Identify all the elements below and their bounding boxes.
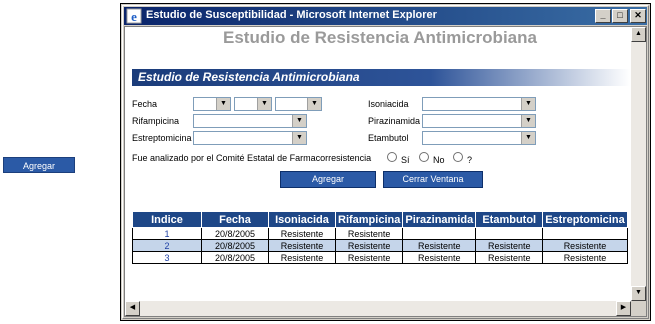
chevron-down-icon: ▼ xyxy=(216,98,230,110)
cell-indice[interactable]: 2 xyxy=(132,239,202,252)
scroll-corner xyxy=(631,301,646,316)
browser-content: Estudio de Resistencia Antimicrobiana Es… xyxy=(124,26,647,317)
col-header-estreptomicina: Estreptomicina xyxy=(542,211,628,228)
banner-title: Estudio de Resistencia Antimicrobiana xyxy=(138,70,360,84)
cell-estreptomicina xyxy=(542,227,628,240)
cell-rifampicina: Resistente xyxy=(334,227,404,240)
horizontal-scrollbar[interactable]: ◀ ▶ xyxy=(125,301,631,316)
col-header-pirazinamida: Pirazinamida xyxy=(402,211,477,228)
fecha-day-select[interactable]: ▼ xyxy=(193,97,231,111)
ie-window: e Estudio de Susceptibilidad - Microsoft… xyxy=(120,3,651,321)
cell-fecha: 20/8/2005 xyxy=(201,251,269,264)
cell-rifampicina: Resistente xyxy=(334,239,404,252)
fecha-label: Fecha xyxy=(132,99,158,109)
ie-logo-icon: e xyxy=(126,8,142,24)
etambutol-select[interactable]: ▼ xyxy=(422,131,536,145)
maximize-button[interactable]: □ xyxy=(612,9,628,23)
cell-etambutol xyxy=(475,227,544,240)
scroll-down-icon[interactable]: ▼ xyxy=(631,286,646,301)
add-button[interactable]: Agregar xyxy=(280,171,376,188)
cell-estreptomicina: Resistente xyxy=(542,251,628,264)
radio-si-label: Sí xyxy=(401,155,410,165)
vertical-scrollbar[interactable]: ▲ ▼ xyxy=(631,27,646,301)
fecha-year-select[interactable]: ▼ xyxy=(275,97,322,111)
radio-si[interactable] xyxy=(387,152,397,162)
cell-isoniacida: Resistente xyxy=(268,227,336,240)
table-row[interactable]: 3 20/8/2005 Resistente Resistente Resist… xyxy=(132,251,628,264)
estreptomicina-select[interactable]: ▼ xyxy=(193,131,307,145)
cell-isoniacida: Resistente xyxy=(268,239,336,252)
cell-rifampicina: Resistente xyxy=(334,251,404,264)
radio-no-label: No xyxy=(433,155,445,165)
table-row[interactable]: 1 20/8/2005 Resistente Resistente xyxy=(132,227,628,240)
cell-pirazinamida: Resistente xyxy=(402,239,477,252)
fecha-month-select[interactable]: ▼ xyxy=(234,97,272,111)
isoniacida-label: Isoniacida xyxy=(368,99,409,109)
scroll-right-icon[interactable]: ▶ xyxy=(616,301,631,316)
scroll-up-icon[interactable]: ▲ xyxy=(631,27,646,42)
cell-pirazinamida xyxy=(402,227,477,240)
results-table: Indice Fecha Isoniacida Rifampicina Pira… xyxy=(132,211,628,264)
col-header-indice: Indice xyxy=(132,211,202,228)
chevron-down-icon: ▼ xyxy=(521,98,535,110)
cell-isoniacida: Resistente xyxy=(268,251,336,264)
outer-add-button[interactable]: Agregar xyxy=(3,157,75,173)
radio-no[interactable] xyxy=(419,152,429,162)
rifampicina-label: Rifampicina xyxy=(132,116,180,126)
chevron-down-icon: ▼ xyxy=(521,132,535,144)
chevron-down-icon: ▼ xyxy=(521,115,535,127)
pirazinamida-select[interactable]: ▼ xyxy=(422,114,536,128)
table-row[interactable]: 2 20/8/2005 Resistente Resistente Resist… xyxy=(132,239,628,252)
cell-indice[interactable]: 3 xyxy=(132,251,202,264)
chevron-down-icon: ▼ xyxy=(292,115,306,127)
estreptomicina-label: Estreptomicina xyxy=(132,133,192,143)
radio-unknown-label: ? xyxy=(467,155,473,165)
comite-question: Fue analizado por el Comité Estatal de F… xyxy=(132,153,372,163)
col-header-isoniacida: Isoniacida xyxy=(268,211,336,228)
cell-fecha: 20/8/2005 xyxy=(201,239,269,252)
chevron-down-icon: ▼ xyxy=(307,98,321,110)
section-banner: Estudio de Resistencia Antimicrobiana xyxy=(132,69,630,86)
isoniacida-select[interactable]: ▼ xyxy=(422,97,536,111)
minimize-button[interactable]: _ xyxy=(595,9,611,23)
cell-pirazinamida: Resistente xyxy=(402,251,477,264)
page-title: Estudio de Resistencia Antimicrobiana xyxy=(223,28,537,47)
cell-estreptomicina: Resistente xyxy=(542,239,628,252)
cell-fecha: 20/8/2005 xyxy=(201,227,269,240)
col-header-fecha: Fecha xyxy=(201,211,269,228)
cell-etambutol: Resistente xyxy=(475,239,544,252)
svg-text:e: e xyxy=(131,9,137,24)
close-window-button[interactable]: ✕ xyxy=(630,9,646,23)
scroll-left-icon[interactable]: ◀ xyxy=(125,301,140,316)
cell-indice[interactable]: 1 xyxy=(132,227,202,240)
pirazinamida-label: Pirazinamida xyxy=(368,116,421,126)
rifampicina-select[interactable]: ▼ xyxy=(193,114,307,128)
chevron-down-icon: ▼ xyxy=(257,98,271,110)
title-bar: e Estudio de Susceptibilidad - Microsoft… xyxy=(124,7,647,25)
chevron-down-icon: ▼ xyxy=(292,132,306,144)
col-header-etambutol: Etambutol xyxy=(475,211,544,228)
window-title: Estudio de Susceptibilidad - Microsoft I… xyxy=(146,9,437,21)
table-header-row: Indice Fecha Isoniacida Rifampicina Pira… xyxy=(132,211,628,228)
radio-unknown[interactable] xyxy=(453,152,463,162)
etambutol-label: Etambutol xyxy=(368,133,409,143)
cell-etambutol: Resistente xyxy=(475,251,544,264)
close-window-page-button[interactable]: Cerrar Ventana xyxy=(383,171,483,188)
col-header-rifampicina: Rifampicina xyxy=(334,211,404,228)
